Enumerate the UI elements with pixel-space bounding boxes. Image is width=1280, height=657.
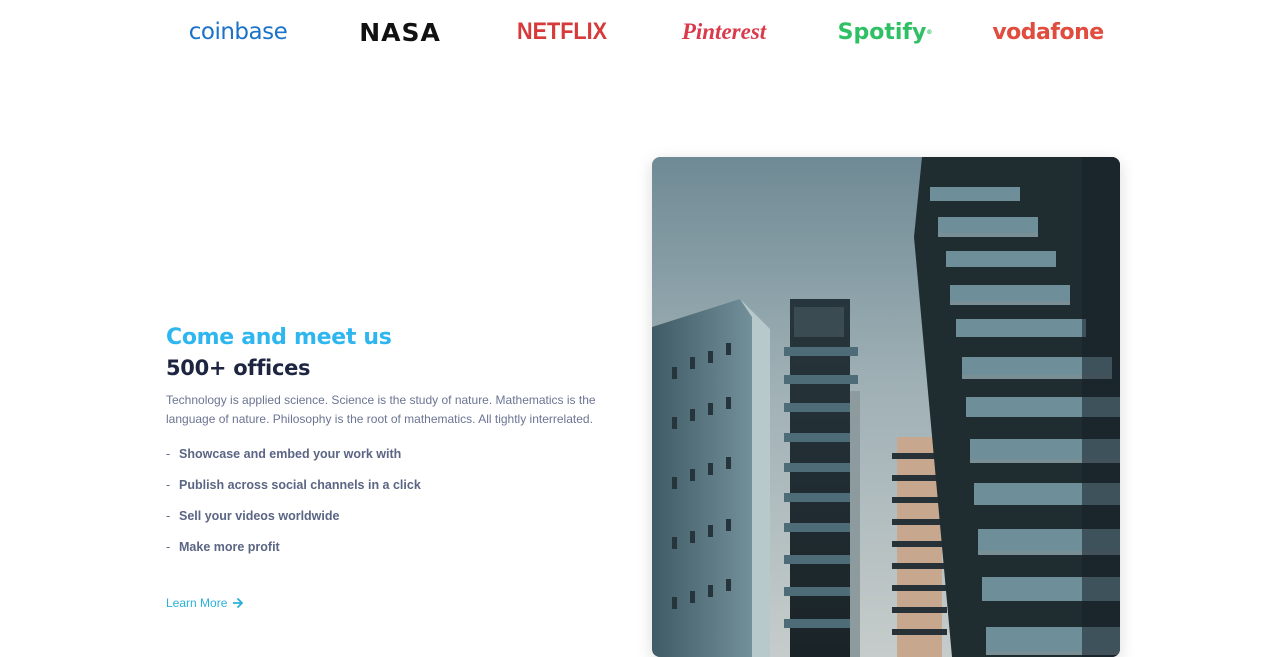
coinbase-logo: coinbase [163, 10, 313, 54]
section-description: Technology is applied science. Science i… [166, 393, 596, 426]
client-logos: coinbase NASA NETFLIX Pinterest Spotify ®… [0, 10, 1280, 54]
vodafone-logo: vodafone [973, 10, 1123, 54]
netflix-logo: NETFLIX [495, 10, 630, 54]
nasa-logo: NASA [325, 10, 475, 54]
feature-text: Sell your videos worldwide [179, 509, 340, 523]
spotify-logo: Spotify ® [810, 10, 960, 54]
section-subtitle: Come and meet us [166, 325, 392, 350]
feature-list: - Showcase and embed your work with - Publ… [166, 447, 636, 571]
nasa-logo-text: NASA [359, 17, 441, 47]
coinbase-logo-text: coinbase [188, 19, 288, 45]
pinterest-logo: Pinterest [649, 10, 799, 54]
feature-text: Make more profit [179, 540, 280, 554]
learn-more-label: Learn More [166, 596, 228, 610]
dash-icon: - [166, 509, 171, 523]
list-item: - Sell your videos worldwide [166, 509, 636, 540]
dash-icon: - [166, 478, 171, 492]
dash-icon: - [166, 540, 171, 554]
office-buildings-image [652, 157, 1120, 657]
list-item: - Make more profit [166, 540, 636, 571]
list-item: - Publish across social channels in a cli… [166, 478, 636, 509]
feature-text: Showcase and embed your work with [179, 447, 402, 461]
offices-section: Come and meet us 500+ offices Technology… [166, 323, 636, 571]
dash-icon: - [166, 447, 171, 461]
section-title: 500+ offices [166, 356, 311, 380]
arrow-right-icon [233, 598, 244, 608]
spotify-trademark: ® [926, 28, 933, 36]
pinterest-logo-text: Pinterest [681, 19, 767, 44]
spotify-logo-text: Spotify [837, 19, 927, 45]
vodafone-logo-text: vodafone [992, 19, 1104, 45]
netflix-logo-text: NETFLIX [517, 18, 607, 45]
learn-more-link[interactable]: Learn More [166, 596, 244, 610]
feature-text: Publish across social channels in a clic… [179, 478, 421, 492]
buildings-illustration [652, 157, 1120, 657]
list-item: - Showcase and embed your work with [166, 447, 636, 478]
